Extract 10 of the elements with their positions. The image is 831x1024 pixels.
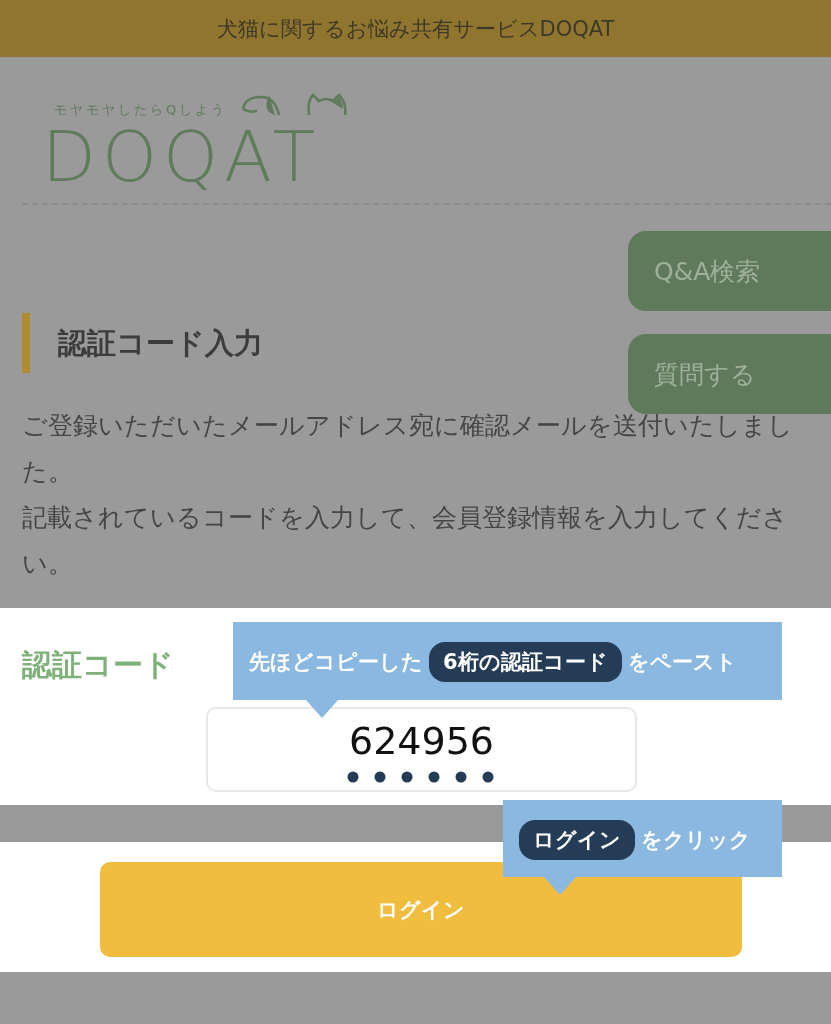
instruction-text: 記載されているコードを入力して、会員登録情報を入力してください。: [22, 502, 789, 580]
site-banner: 犬猫に関するお悩み共有サービスDOQAT: [0, 0, 831, 57]
logo-wordmark[interactable]: DOQAT: [42, 119, 322, 195]
dots-icon: [347, 771, 495, 783]
field-label: 認証コード: [22, 646, 174, 684]
logo-tagline: モヤモヤしたらQしよう: [54, 101, 228, 119]
code-field[interactable]: 624956: [206, 707, 637, 792]
floating-menu-button[interactable]: 質問する: [628, 334, 831, 414]
floating-menu-button[interactable]: Q&A検索: [628, 231, 831, 311]
login-button[interactable]: ログイン: [100, 862, 742, 957]
